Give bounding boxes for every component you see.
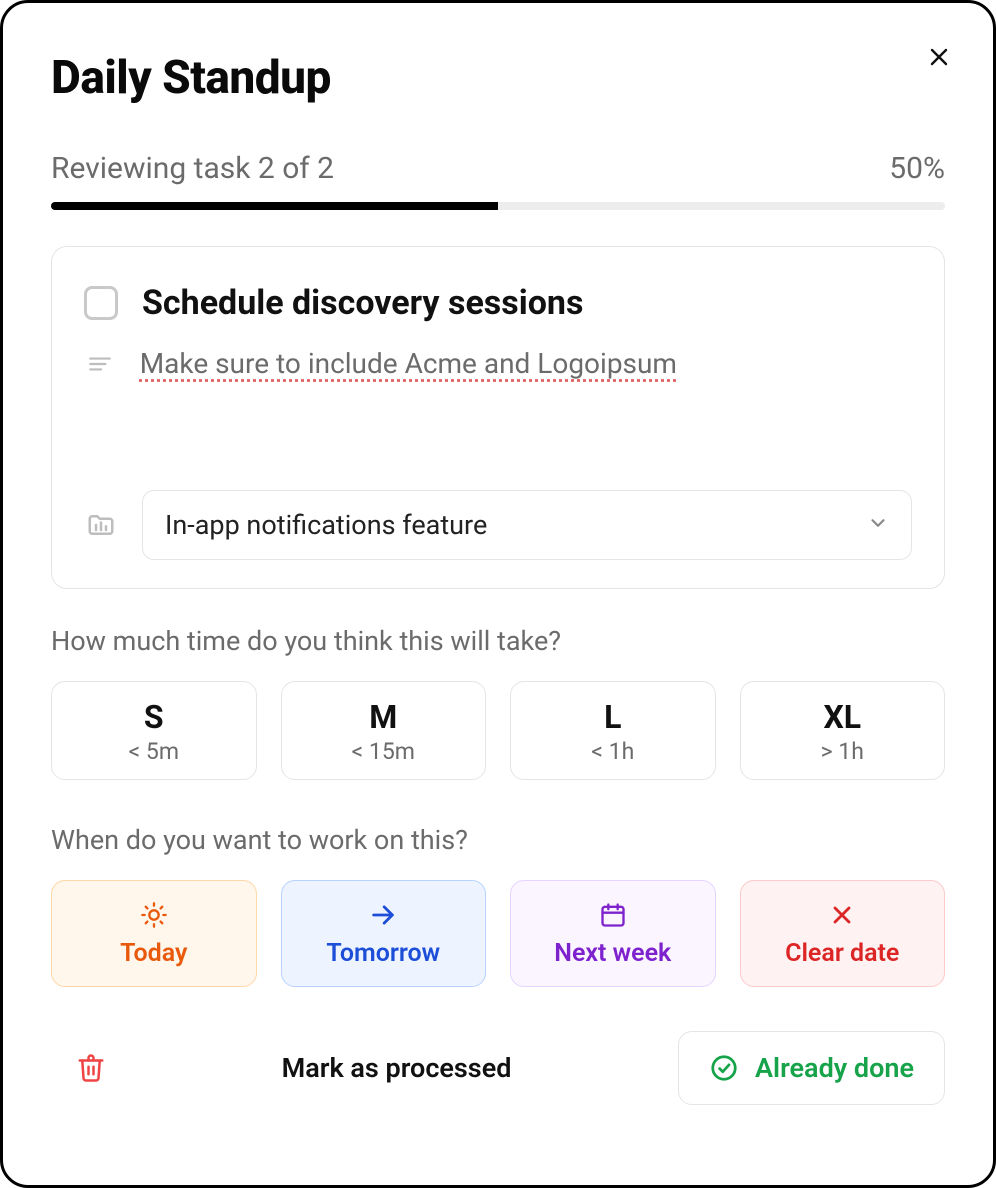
- already-done-label: Already done: [755, 1052, 914, 1084]
- mark-processed-button[interactable]: Mark as processed: [282, 1052, 512, 1084]
- time-option-sub: < 5m: [60, 738, 248, 765]
- progress-row: Reviewing task 2 of 2 50%: [51, 151, 945, 186]
- description-icon: [84, 347, 116, 377]
- time-option-sub: < 15m: [290, 738, 478, 765]
- project-select[interactable]: In-app notifications feature: [142, 490, 912, 560]
- task-title[interactable]: Schedule discovery sessions: [142, 283, 583, 323]
- schedule-section-label: When do you want to work on this?: [51, 824, 945, 856]
- schedule-tomorrow-button[interactable]: Tomorrow: [281, 880, 487, 987]
- time-option-label: S: [60, 698, 248, 736]
- task-checkbox[interactable]: [84, 286, 118, 320]
- time-option-label: XL: [749, 698, 937, 736]
- time-section-label: How much time do you think this will tak…: [51, 625, 945, 657]
- task-card: Schedule discovery sessions Make sure to…: [51, 246, 945, 589]
- chevron-down-icon: [867, 509, 889, 541]
- footer-actions: Mark as processed Already done: [51, 1031, 945, 1105]
- x-icon: [828, 901, 856, 929]
- schedule-options: Today Tomorrow Next week Clear date: [51, 880, 945, 987]
- delete-button[interactable]: [67, 1044, 115, 1092]
- schedule-option-label: Next week: [554, 939, 671, 968]
- project-icon: [84, 510, 118, 540]
- progress-fill: [51, 202, 498, 210]
- time-option-sub: < 1h: [519, 738, 707, 765]
- time-option-xl[interactable]: XL > 1h: [740, 681, 946, 780]
- schedule-next-week-button[interactable]: Next week: [510, 880, 716, 987]
- time-option-l[interactable]: L < 1h: [510, 681, 716, 780]
- schedule-option-label: Clear date: [785, 939, 899, 968]
- project-select-value: In-app notifications feature: [165, 509, 487, 541]
- time-option-sub: > 1h: [749, 738, 937, 765]
- progress-bar: [51, 202, 945, 210]
- time-option-label: M: [290, 698, 478, 736]
- check-circle-icon: [709, 1053, 739, 1083]
- progress-label: Reviewing task 2 of 2: [51, 151, 334, 186]
- calendar-icon: [599, 901, 627, 929]
- close-icon: [927, 45, 951, 69]
- dialog-title: Daily Standup: [51, 51, 945, 105]
- schedule-today-button[interactable]: Today: [51, 880, 257, 987]
- close-button[interactable]: [921, 39, 957, 75]
- time-option-m[interactable]: M < 15m: [281, 681, 487, 780]
- schedule-clear-button[interactable]: Clear date: [740, 880, 946, 987]
- time-option-s[interactable]: S < 5m: [51, 681, 257, 780]
- schedule-option-label: Today: [120, 939, 187, 968]
- arrow-right-icon: [369, 901, 397, 929]
- sun-icon: [140, 901, 168, 929]
- trash-icon: [76, 1053, 106, 1083]
- task-description-input[interactable]: Make sure to include Acme and Logoipsum: [140, 347, 912, 380]
- time-options: S < 5m M < 15m L < 1h XL > 1h: [51, 681, 945, 780]
- schedule-option-label: Tomorrow: [326, 939, 440, 968]
- time-option-label: L: [519, 698, 707, 736]
- already-done-button[interactable]: Already done: [678, 1031, 945, 1105]
- progress-percent: 50%: [889, 151, 945, 186]
